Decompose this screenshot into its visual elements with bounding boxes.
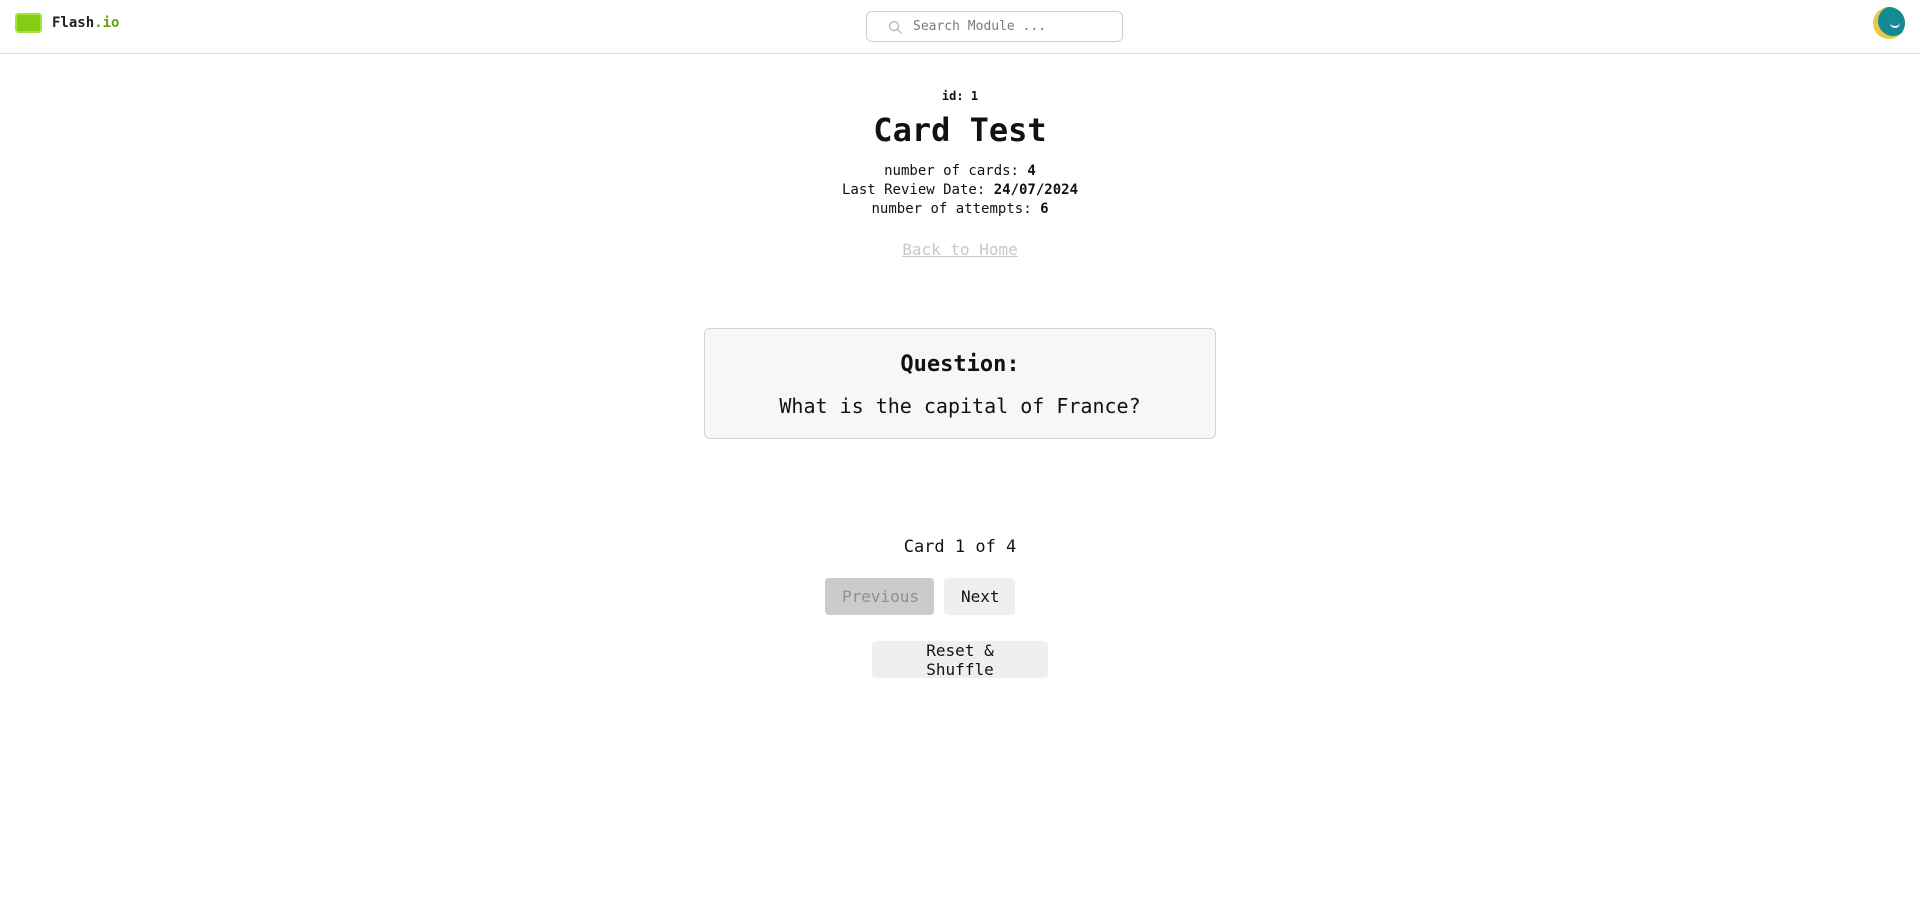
user-avatar-icon[interactable] (1873, 7, 1905, 39)
module-id: id: 1 (0, 89, 1920, 104)
card-navigation: Previous Next (0, 578, 1920, 615)
search-icon (881, 20, 909, 34)
stat-number-of-cards: number of cards: 4 (0, 162, 1920, 181)
brand-name-accent: .io (94, 15, 120, 31)
reset-actions: Reset & Shuffle (0, 641, 1920, 679)
card-counter: Card 1 of 4 (903, 537, 1017, 557)
brand-logo-link[interactable]: Flash.io (15, 13, 119, 33)
module-header: id: 1 Card Test number of cards: 4 Last … (0, 54, 1920, 260)
brand-name: Flash.io (52, 15, 119, 31)
stat-label: number of cards: (884, 163, 1019, 179)
flashcard[interactable]: Question: What is the capital of France? (704, 328, 1216, 439)
stat-label: number of attempts: (871, 201, 1032, 217)
back-to-home-link[interactable]: Back to Home (902, 240, 1018, 260)
card-heading: Question: (900, 352, 1020, 377)
card-question-text: What is the capital of France? (779, 394, 1141, 418)
stat-value: 4 (1027, 163, 1036, 179)
module-id-value: 1 (970, 89, 979, 103)
previous-button[interactable]: Previous (825, 578, 934, 615)
avatar-face (1878, 7, 1905, 36)
module-id-label: id: (941, 89, 964, 103)
flashcard-logo-icon (15, 13, 42, 33)
stat-value: 24/07/2024 (993, 182, 1079, 198)
page-title: Card Test (873, 111, 1047, 149)
top-navbar: Flash.io (0, 0, 1920, 54)
brand-name-main: Flash (52, 15, 95, 31)
stat-label: Last Review Date: (841, 182, 986, 198)
stat-value: 6 (1040, 201, 1049, 217)
search-input[interactable] (909, 19, 1109, 34)
module-stats: number of cards: 4 Last Review Date: 24/… (0, 162, 1920, 219)
next-button[interactable]: Next (944, 578, 1015, 615)
search-box[interactable] (866, 11, 1123, 42)
reset-shuffle-button[interactable]: Reset & Shuffle (872, 641, 1048, 679)
stat-number-of-attempts: number of attempts: 6 (0, 200, 1920, 219)
stat-last-review-date: Last Review Date: 24/07/2024 (0, 181, 1920, 200)
